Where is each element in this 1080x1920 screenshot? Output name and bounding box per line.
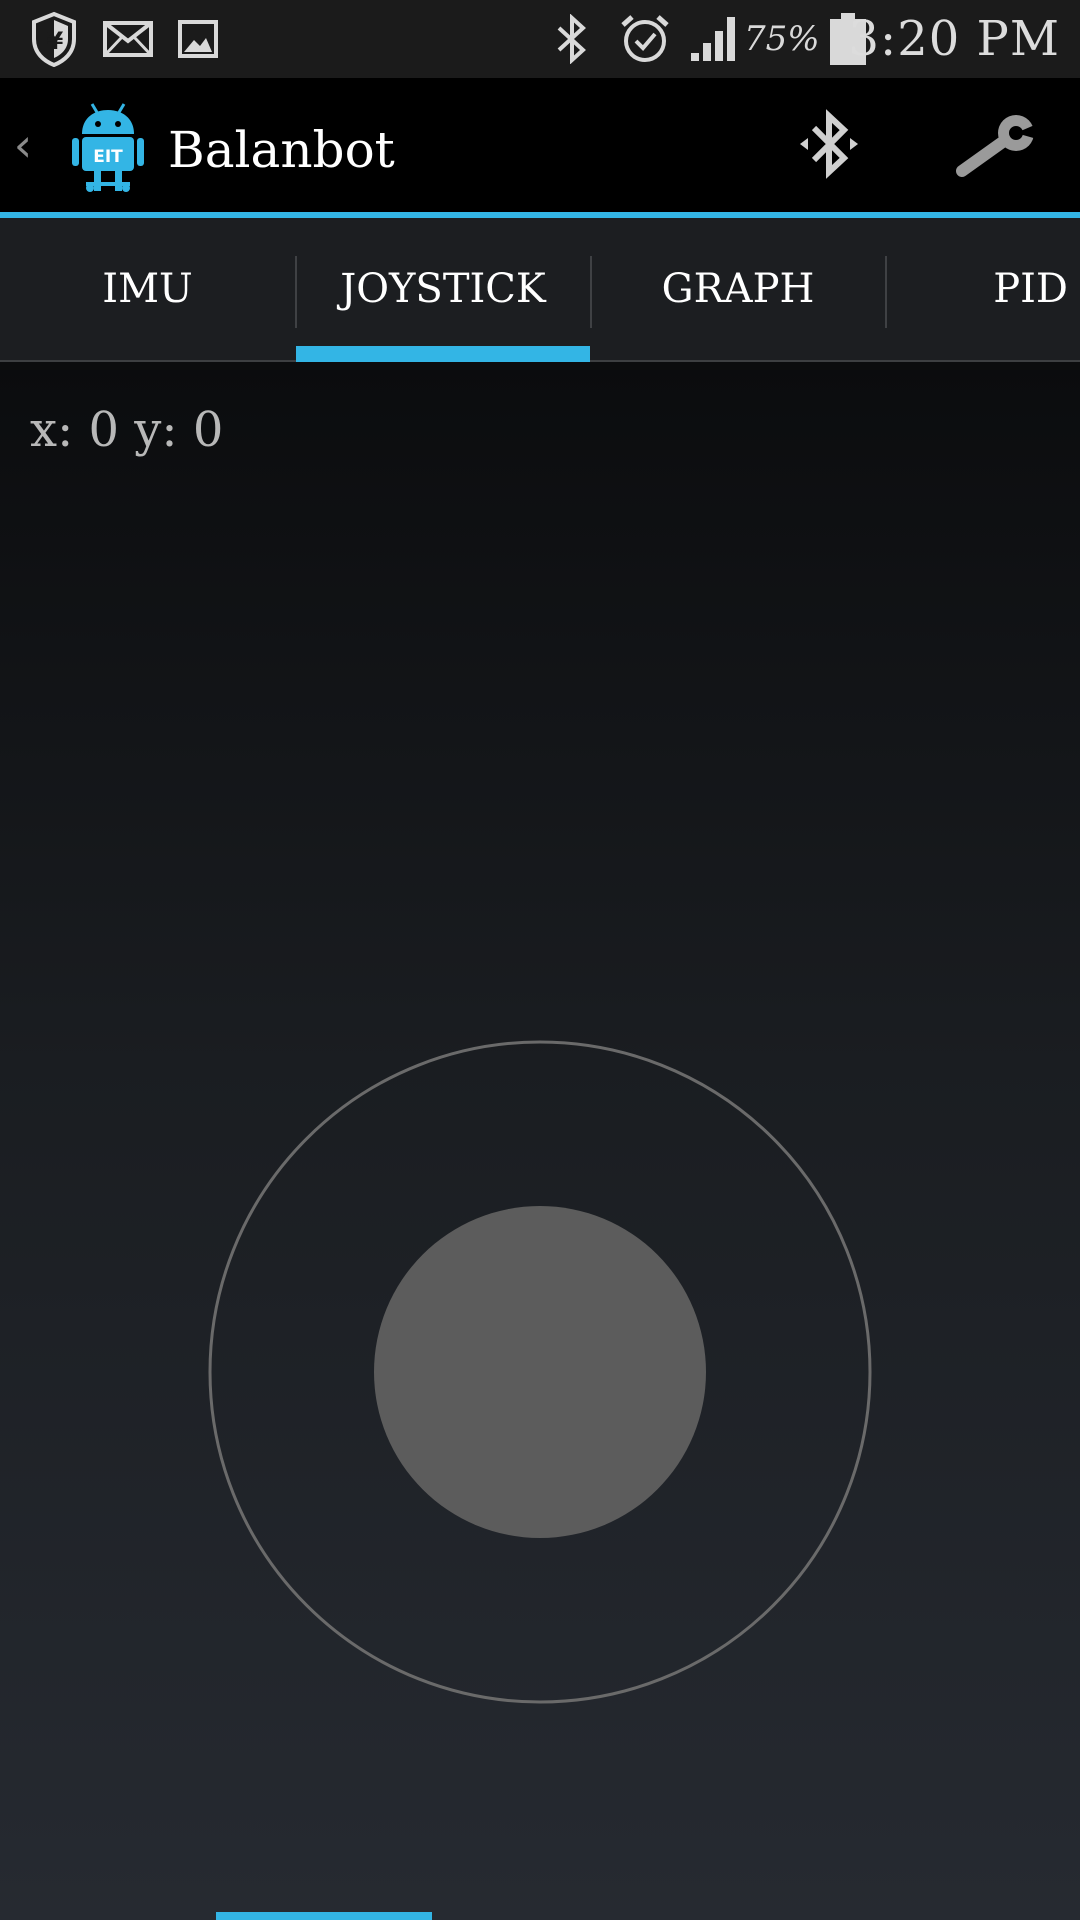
joystick-knob[interactable] xyxy=(374,1206,706,1538)
action-bar xyxy=(0,78,1080,212)
shield-yen-icon: ¥ xyxy=(26,0,82,78)
bluetooth-icon xyxy=(548,0,596,78)
tab-strip: IMU JOYSTICK GRAPH PID xyxy=(0,218,1080,362)
status-bar: ¥ 75% 3:20 PM xyxy=(0,0,1080,78)
app-logo-text: EIT xyxy=(93,147,123,167)
bluetooth-connect-icon xyxy=(800,109,858,179)
up-navigation-icon[interactable]: ‹ xyxy=(8,110,38,180)
gallery-icon xyxy=(174,0,222,78)
tab-imu[interactable]: IMU xyxy=(0,218,295,360)
tab-joystick[interactable]: JOYSTICK xyxy=(296,218,590,360)
settings-wrench-icon xyxy=(956,115,1044,177)
alarm-icon xyxy=(616,0,674,78)
battery-percent: 75% xyxy=(744,19,820,59)
clock: 3:20 PM xyxy=(848,11,1060,67)
bluetooth-connect-button[interactable] xyxy=(784,96,874,196)
signal-icon xyxy=(688,0,740,78)
svg-text:¥: ¥ xyxy=(47,27,64,55)
joystick-area xyxy=(208,1040,872,1704)
mail-icon xyxy=(100,0,156,78)
settings-button[interactable] xyxy=(944,96,1054,196)
app-logo-icon[interactable]: EIT xyxy=(72,100,144,192)
tab-graph[interactable]: GRAPH xyxy=(591,218,885,360)
bottom-page-indicator xyxy=(216,1912,432,1920)
tab-pid[interactable]: PID xyxy=(886,218,1080,360)
selected-tab-indicator xyxy=(296,346,590,362)
app-title: Balanbot xyxy=(168,121,395,179)
